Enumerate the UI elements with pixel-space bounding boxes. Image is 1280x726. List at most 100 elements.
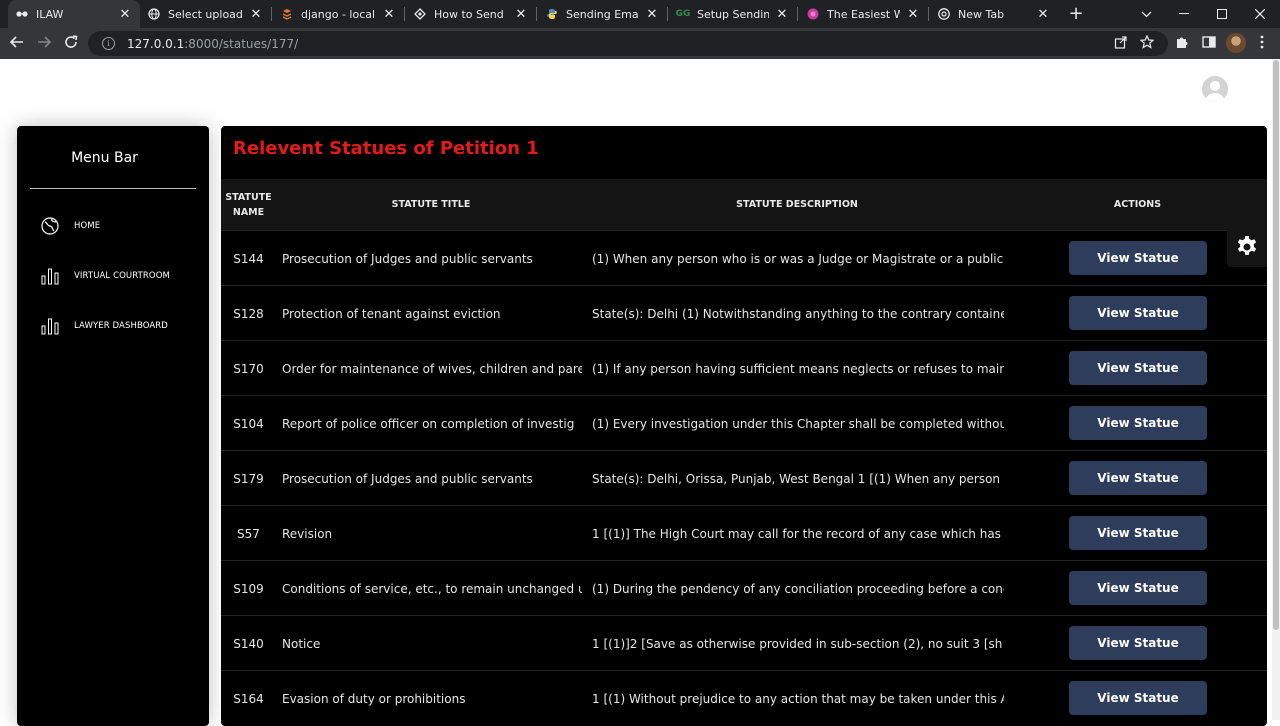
star-icon[interactable]: [1139, 34, 1155, 53]
view-statue-button[interactable]: View Statue: [1069, 296, 1207, 330]
diamond-icon: [414, 8, 426, 20]
settings-button[interactable]: [1227, 227, 1267, 267]
view-statue-button[interactable]: View Statue: [1069, 626, 1207, 660]
table-header: STATUTE NAME STATUTE TITLE STATUTE DESCR…: [221, 179, 1267, 230]
statute-title-cell: Prosecution of Judges and public servant…: [282, 471, 533, 486]
globe-icon: [41, 217, 59, 235]
statutes-panel: Relevent Statues of Petition 1 STATUTE N…: [221, 126, 1267, 726]
sidebar-item-virtual-courtroom[interactable]: VIRTUAL COURTROOM: [41, 265, 170, 287]
close-icon[interactable]: ✕: [382, 7, 396, 22]
browser-tab[interactable]: Sending Emails W ✕: [538, 0, 667, 28]
table-row: S140 Notice 1 [(1)]2 [Save as otherwise pr…: [221, 615, 1267, 670]
browser-toolbar: i 127.0.0.1:8000/statues/177/: [0, 28, 1280, 59]
statute-name-cell: S128: [233, 306, 264, 321]
table-row: S109 Conditions of service, etc., to rema…: [221, 560, 1267, 615]
statute-title-cell: Revision: [282, 526, 333, 541]
reload-icon: [65, 35, 78, 48]
view-statue-button[interactable]: View Statue: [1069, 351, 1207, 385]
view-statue-button[interactable]: View Statue: [1069, 241, 1207, 275]
statute-description-cell: (1) During the pendency of any conciliat…: [592, 581, 1004, 596]
profile-avatar[interactable]: [1226, 33, 1246, 53]
sidebar-divider: [30, 188, 196, 189]
minimize-button[interactable]: [1165, 0, 1203, 28]
page-content: Menu Bar HOME VIRTUAL COURTROOM LAWYER D…: [0, 59, 1280, 726]
arrow-left-icon: [9, 36, 23, 48]
tab-search-button[interactable]: [1127, 0, 1165, 28]
page-title: Relevent Statues of Petition 1: [233, 138, 539, 159]
table-row: S104 Report of police officer on completi…: [221, 395, 1267, 450]
column-header-title: STATUTE TITLE: [391, 199, 471, 210]
address-bar[interactable]: i 127.0.0.1:8000/statues/177/: [88, 31, 1168, 56]
browser-tab[interactable]: Select upload cas ✕: [140, 0, 271, 28]
view-statue-button[interactable]: View Statue: [1069, 406, 1207, 440]
gg-icon: GG: [675, 8, 691, 19]
close-icon[interactable]: ✕: [906, 7, 920, 22]
maximize-icon: [1217, 9, 1227, 19]
gear-icon: [1237, 236, 1257, 255]
close-icon[interactable]: ✕: [645, 7, 659, 22]
close-icon: [1255, 9, 1265, 19]
python-icon: [546, 8, 558, 20]
sidebar: Menu Bar HOME VIRTUAL COURTROOM LAWYER D…: [17, 126, 209, 726]
glasses-icon: [16, 8, 28, 20]
url-host: 127.0.0.1: [127, 36, 185, 51]
statute-name-cell: S104: [233, 416, 264, 431]
side-panel-icon: [1202, 36, 1216, 48]
statute-description-cell: 1 [(1)]2 [Save as otherwise provided in …: [592, 636, 1003, 651]
more-vertical-icon: [1260, 35, 1264, 49]
table-row: S179 Prosecution of Judges and public ser…: [221, 450, 1267, 505]
close-icon[interactable]: ✕: [514, 7, 528, 22]
tab-divider: [928, 7, 929, 21]
browser-tab[interactable]: How to Send Ema ✕: [406, 0, 536, 28]
browser-tab-title: Setup Sending En: [697, 7, 769, 21]
url-text: 127.0.0.1:8000/statues/177/: [127, 37, 298, 51]
statute-description-cell: 1 [(1) Without prejudice to any action t…: [592, 691, 1004, 706]
sidebar-item-label: LAWYER DASHBOARD: [74, 321, 168, 331]
sidebar-item-home[interactable]: HOME: [41, 215, 100, 237]
maximize-button[interactable]: [1203, 0, 1241, 28]
sidebar-title: Menu Bar: [71, 150, 138, 166]
view-statue-button[interactable]: View Statue: [1069, 571, 1207, 605]
browser-tab-title: Select upload cas: [168, 7, 243, 21]
tab-divider: [797, 7, 798, 21]
statute-title-cell: Notice: [282, 636, 321, 651]
column-header-name: STATUTE NAME: [225, 191, 272, 218]
statute-name-cell: S57: [237, 526, 260, 541]
browser-tab-ilaw[interactable]: ILAW ✕: [8, 0, 140, 28]
statute-description-cell: 1 [(1)] The High Court may call for the …: [592, 526, 1004, 541]
close-icon[interactable]: ✕: [775, 7, 789, 22]
close-icon[interactable]: ✕: [118, 7, 132, 22]
browser-menu-button[interactable]: [1252, 34, 1272, 54]
view-statue-button[interactable]: View Statue: [1069, 461, 1207, 495]
browser-tab-title: How to Send Ema: [434, 7, 508, 21]
back-button[interactable]: [7, 34, 27, 54]
browser-tab[interactable]: GG Setup Sending En ✕: [669, 0, 797, 28]
scrollbar-thumb[interactable]: [1273, 60, 1279, 630]
table-row: S144 Prosecution of Judges and public ser…: [221, 230, 1267, 285]
view-statue-button[interactable]: View Statue: [1069, 516, 1207, 550]
tab-divider: [404, 7, 405, 21]
sidebar-item-lawyer-dashboard[interactable]: LAWYER DASHBOARD: [41, 315, 168, 337]
tab-divider: [536, 7, 537, 21]
browser-tab-title: New Tab: [958, 7, 1005, 21]
browser-tab-title: Sending Emails W: [566, 7, 639, 21]
user-avatar[interactable]: [1202, 76, 1228, 102]
statute-title-cell: Protection of tenant against eviction: [282, 306, 501, 321]
side-panel-button[interactable]: [1199, 34, 1219, 54]
close-window-button[interactable]: [1241, 0, 1279, 28]
close-icon[interactable]: ✕: [1036, 7, 1050, 22]
statute-name-cell: S164: [233, 691, 264, 706]
browser-tab[interactable]: New Tab ✕: [930, 0, 1058, 28]
reload-button[interactable]: [61, 34, 81, 54]
view-statue-button[interactable]: View Statue: [1069, 681, 1207, 715]
sidebar-item-label: HOME: [74, 221, 101, 231]
new-tab-button[interactable]: +: [1066, 4, 1086, 24]
info-icon[interactable]: i: [102, 37, 115, 50]
browser-tab-title: ILAW: [36, 7, 64, 21]
forward-button[interactable]: [34, 34, 54, 54]
browser-tab[interactable]: The Easiest Way t ✕: [799, 0, 928, 28]
extensions-button[interactable]: [1172, 34, 1192, 54]
browser-tab[interactable]: django - local var ✕: [273, 0, 404, 28]
share-icon[interactable]: [1114, 35, 1128, 53]
close-icon[interactable]: ✕: [249, 7, 263, 22]
